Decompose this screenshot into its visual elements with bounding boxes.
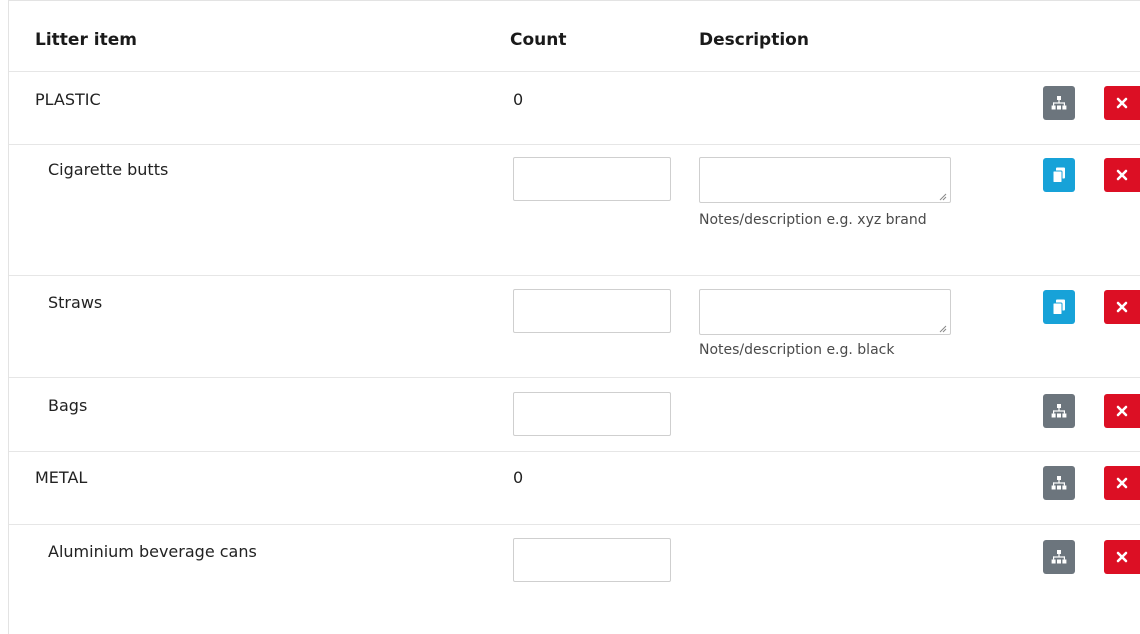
sitemap-icon <box>1051 476 1067 490</box>
close-icon <box>1116 97 1128 109</box>
hierarchy-button[interactable] <box>1043 466 1075 500</box>
sitemap-icon <box>1051 404 1067 418</box>
close-icon <box>1116 405 1128 417</box>
copy-icon <box>1052 299 1065 315</box>
delete-button[interactable] <box>1104 540 1140 574</box>
item-label: Straws <box>48 293 103 312</box>
delete-button[interactable] <box>1104 466 1140 500</box>
resize-grip-icon[interactable] <box>939 193 947 201</box>
sitemap-icon <box>1051 550 1067 564</box>
description-textarea[interactable] <box>699 157 951 203</box>
delete-button[interactable] <box>1104 290 1140 324</box>
hierarchy-button[interactable] <box>1043 540 1075 574</box>
description-textarea[interactable] <box>699 289 951 335</box>
hierarchy-button[interactable] <box>1043 394 1075 428</box>
column-header-description: Description <box>699 30 809 50</box>
row-divider <box>9 451 1140 452</box>
row-divider <box>9 524 1140 525</box>
delete-button[interactable] <box>1104 86 1140 120</box>
count-input[interactable] <box>513 157 671 201</box>
description-help-text: Notes/description e.g. xyz brand <box>699 212 927 228</box>
category-count: 0 <box>513 468 524 487</box>
item-label: Cigarette butts <box>48 160 169 179</box>
sitemap-icon <box>1051 96 1067 110</box>
column-header-count: Count <box>510 30 567 50</box>
delete-button[interactable] <box>1104 158 1140 192</box>
close-icon <box>1116 477 1128 489</box>
item-label: Aluminium beverage cans <box>48 542 257 561</box>
description-help-text: Notes/description e.g. black <box>699 342 895 358</box>
copy-button[interactable] <box>1043 290 1075 324</box>
hierarchy-button[interactable] <box>1043 86 1075 120</box>
item-label: Bags <box>48 396 88 415</box>
count-input[interactable] <box>513 392 671 436</box>
row-divider <box>9 275 1140 276</box>
category-label: METAL <box>35 468 88 487</box>
count-input[interactable] <box>513 538 671 582</box>
row-divider <box>9 144 1140 145</box>
resize-grip-icon[interactable] <box>939 325 947 333</box>
close-icon <box>1116 169 1128 181</box>
copy-icon <box>1052 167 1065 183</box>
copy-button[interactable] <box>1043 158 1075 192</box>
row-divider <box>9 377 1140 378</box>
row-divider <box>9 71 1140 72</box>
category-label: PLASTIC <box>35 90 101 109</box>
column-header-litter-item: Litter item <box>35 30 137 50</box>
delete-button[interactable] <box>1104 394 1140 428</box>
count-input[interactable] <box>513 289 671 333</box>
close-icon <box>1116 551 1128 563</box>
category-count: 0 <box>513 90 524 109</box>
close-icon <box>1116 301 1128 313</box>
